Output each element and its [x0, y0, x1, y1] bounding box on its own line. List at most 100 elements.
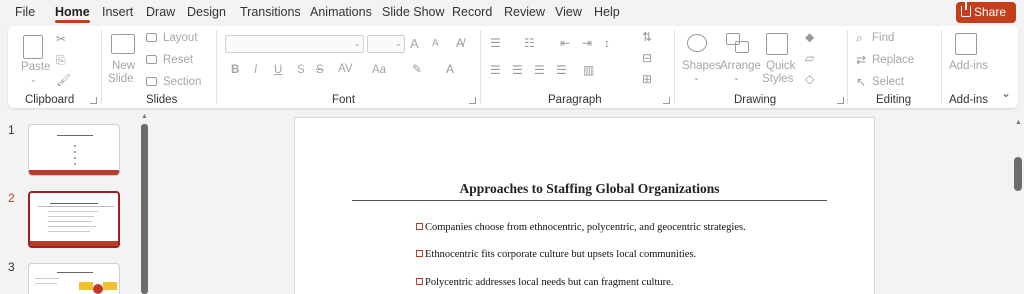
- ribbon: Paste ⌄ ✂ ⎘ 🖌 Clipboard New Slide Layout…: [8, 26, 1018, 108]
- font-color-icon[interactable]: A: [446, 62, 454, 76]
- align-center-icon[interactable]: ☰: [512, 63, 523, 77]
- align-text-icon[interactable]: ⊟: [642, 51, 652, 65]
- scroll-up-icon[interactable]: ▲: [141, 113, 148, 120]
- columns-icon[interactable]: ▥: [583, 63, 594, 77]
- thumb-shape: [103, 282, 117, 290]
- underline-button[interactable]: U: [274, 64, 282, 76]
- tab-slide-show[interactable]: Slide Show: [382, 5, 445, 19]
- thumb-text: [48, 221, 92, 222]
- slide-canvas[interactable]: Approaches to Staffing Global Organizati…: [294, 117, 875, 294]
- bullet-item[interactable]: Ethnocentric fits corporate culture but …: [416, 249, 696, 260]
- new-slide-label-1: New: [112, 60, 136, 72]
- thumb-text: [74, 157, 76, 159]
- bullet-item[interactable]: Polycentric addresses local needs but ca…: [416, 277, 673, 288]
- bullet-text: Companies choose from ethnocentric, poly…: [425, 222, 746, 233]
- reset-label: Reset: [163, 54, 194, 66]
- menu-bar: File Home Insert Draw Design Transitions…: [0, 0, 1024, 32]
- arrange-icon-back: [735, 41, 749, 53]
- slide-thumbnail-1[interactable]: [28, 124, 120, 176]
- thumb-text: [48, 211, 98, 212]
- font-size-dropdown[interactable]: ⌄: [367, 35, 405, 53]
- thumb-title: [57, 135, 93, 136]
- bullet-text: Ethnocentric fits corporate culture but …: [425, 249, 697, 260]
- copy-icon[interactable]: ⎘: [56, 53, 66, 68]
- align-right-icon[interactable]: ☰: [534, 63, 545, 77]
- bold-button[interactable]: B: [231, 64, 239, 76]
- divider: [847, 30, 848, 104]
- group-label-editing: Editing: [876, 94, 912, 106]
- chevron-down-icon: ⌄: [30, 75, 37, 84]
- character-spacing-button[interactable]: AV: [338, 63, 353, 75]
- tab-insert[interactable]: Insert: [102, 5, 133, 19]
- bullets-icon[interactable]: ☰: [490, 36, 501, 50]
- line-spacing-icon[interactable]: ↕: [604, 36, 610, 50]
- thumb-rule: [38, 206, 114, 207]
- shrink-font-button[interactable]: A: [432, 38, 439, 49]
- slide-thumbnail-2[interactable]: [28, 191, 120, 248]
- chevron-down-icon: ⌄: [354, 39, 361, 48]
- tab-review[interactable]: Review: [504, 5, 545, 19]
- align-left-icon[interactable]: ☰: [490, 63, 501, 77]
- thumb-text: [74, 163, 76, 165]
- thumb-text: [74, 145, 76, 147]
- thumb-text: [35, 278, 59, 279]
- tab-help[interactable]: Help: [594, 5, 620, 19]
- shape-effects-icon[interactable]: ◇: [805, 72, 814, 86]
- share-icon: [961, 2, 971, 17]
- drawing-launcher-icon[interactable]: [837, 97, 844, 104]
- font-launcher-icon[interactable]: [469, 97, 476, 104]
- thumb-title: [57, 272, 93, 273]
- shapes-label: Shapes: [682, 60, 722, 72]
- collapse-ribbon-icon[interactable]: ⌄: [1001, 86, 1011, 100]
- tab-draw[interactable]: Draw: [146, 5, 175, 19]
- slide-thumbnail-3[interactable]: [28, 263, 120, 294]
- share-button[interactable]: Share ⌄: [956, 2, 1016, 32]
- highlighter-icon[interactable]: ✎: [412, 62, 422, 76]
- bullet-item[interactable]: Companies choose from ethnocentric, poly…: [416, 222, 746, 233]
- numbering-icon[interactable]: ☷: [524, 36, 535, 50]
- shape-outline-icon[interactable]: ▱: [805, 51, 814, 65]
- bullet-box-icon: [416, 223, 423, 230]
- thumbnail-scrollbar[interactable]: [141, 124, 148, 294]
- slide-title[interactable]: Approaches to Staffing Global Organizati…: [352, 181, 827, 197]
- justify-icon[interactable]: ☰: [556, 63, 567, 77]
- reset-icon: [146, 55, 157, 64]
- thumb-footer-bar: [30, 241, 118, 246]
- clear-formatting-icon[interactable]: A̸: [456, 36, 464, 50]
- section-icon: [146, 77, 157, 86]
- increase-indent-icon[interactable]: ⇥: [582, 36, 592, 50]
- paragraph-launcher-icon[interactable]: [663, 97, 670, 104]
- shape-fill-icon[interactable]: ◆: [805, 30, 814, 44]
- find-label: Find: [872, 32, 895, 44]
- tab-home[interactable]: Home: [55, 5, 90, 23]
- tab-file[interactable]: File: [15, 5, 35, 19]
- clipboard-launcher-icon[interactable]: [90, 97, 97, 104]
- shadow-button[interactable]: S: [297, 64, 305, 76]
- divider: [674, 30, 675, 104]
- tab-design[interactable]: Design: [187, 5, 226, 19]
- divider: [941, 30, 942, 104]
- cut-icon[interactable]: ✂: [56, 32, 66, 46]
- italic-button[interactable]: I: [254, 64, 257, 76]
- smartart-icon[interactable]: ⊞: [642, 72, 652, 86]
- thumb-shape: [79, 282, 93, 290]
- grow-font-button[interactable]: A: [410, 36, 419, 51]
- tab-transitions[interactable]: Transitions: [240, 5, 301, 19]
- scroll-up-icon[interactable]: ▲: [1015, 119, 1022, 126]
- tab-record[interactable]: Record: [452, 5, 492, 19]
- slide-scrollbar[interactable]: [1014, 157, 1022, 191]
- strikethrough-button[interactable]: S: [316, 64, 324, 76]
- quick-styles-label-1: Quick: [766, 60, 796, 72]
- text-direction-icon[interactable]: ⇅: [642, 30, 652, 44]
- paste-label: Paste: [21, 61, 51, 73]
- quick-styles-label-2: Styles: [762, 73, 794, 85]
- tab-view[interactable]: View: [555, 5, 582, 19]
- shapes-icon: [687, 34, 707, 52]
- decrease-indent-icon[interactable]: ⇤: [560, 36, 570, 50]
- tab-animations[interactable]: Animations: [310, 5, 372, 19]
- format-painter-icon[interactable]: 🖌: [56, 73, 71, 87]
- divider: [216, 30, 217, 104]
- clipboard-icon: [23, 35, 43, 59]
- change-case-button[interactable]: Aa: [372, 64, 386, 76]
- font-name-dropdown[interactable]: ⌄: [225, 35, 364, 53]
